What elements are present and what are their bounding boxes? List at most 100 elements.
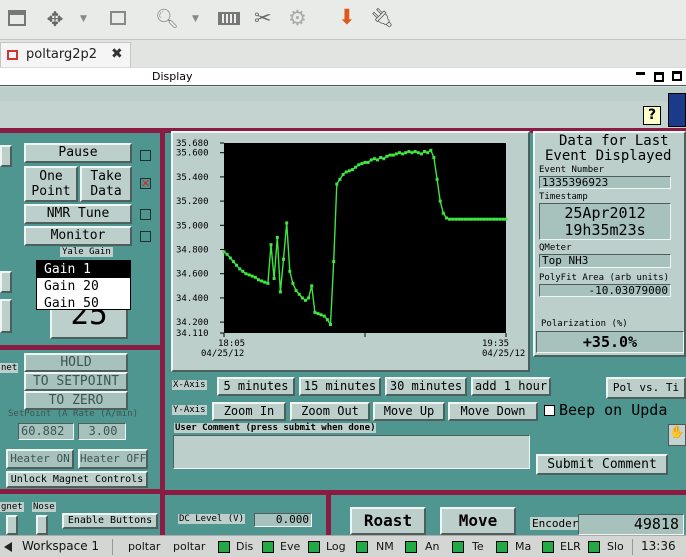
move-down-button[interactable]: Move Down xyxy=(448,402,538,421)
x-15-minutes-button[interactable]: 15 minutes xyxy=(299,377,381,396)
pol-vs-time-dropdown[interactable]: Pol vs. Ti xyxy=(606,377,686,399)
task-sep xyxy=(112,539,113,555)
nmr-tune-button[interactable]: NMR Tune xyxy=(24,204,132,224)
unlock-magnet-button[interactable]: Unlock Magnet Controls xyxy=(6,471,148,488)
left-edge-button[interactable] xyxy=(0,145,12,167)
data-point xyxy=(394,152,398,156)
data-point xyxy=(441,211,445,215)
nmr-tune-checkbox[interactable] xyxy=(140,209,151,220)
one-point-button[interactable]: One Point xyxy=(24,166,78,202)
hold-button[interactable]: HOLD xyxy=(24,353,128,372)
data-point xyxy=(247,273,251,277)
roast-button[interactable]: Roast xyxy=(350,507,426,535)
beep-checkbox[interactable] xyxy=(544,405,555,416)
data-point xyxy=(416,151,420,155)
comment-input[interactable] xyxy=(173,435,530,469)
task-item[interactable]: NM xyxy=(376,536,394,557)
left-arrow-icon[interactable] xyxy=(4,542,12,552)
to-zero-button[interactable]: TO ZERO xyxy=(24,391,128,410)
plug-icon[interactable]: 🔌︎ xyxy=(370,6,394,29)
minimize-icon[interactable] xyxy=(636,71,645,75)
pause-button[interactable]: Pause xyxy=(24,143,132,163)
task-item[interactable]: poltar xyxy=(128,536,160,557)
timestamp-field: 25Apr2012 19h35m23s xyxy=(539,203,671,240)
task-item[interactable]: Ma xyxy=(515,536,531,557)
keyboard-icon[interactable] xyxy=(218,12,240,25)
zoom-in-button[interactable]: Zoom In xyxy=(212,402,286,421)
move-up-button[interactable]: Move Up xyxy=(373,402,445,421)
data-point xyxy=(241,269,245,273)
data-point xyxy=(244,272,248,276)
download-icon[interactable]: ⬇ xyxy=(338,5,356,29)
task-item[interactable]: Te xyxy=(472,536,484,557)
data-point xyxy=(351,168,354,172)
enable-buttons-button[interactable]: Enable Buttons xyxy=(62,513,158,529)
data-point xyxy=(376,158,379,162)
pause-checkbox[interactable] xyxy=(140,150,151,161)
move-icon[interactable]: ✥ xyxy=(44,8,66,30)
chevron-down-icon[interactable]: ▼ xyxy=(192,14,199,24)
window-icon[interactable] xyxy=(8,10,26,26)
chevron-down-icon[interactable]: ▼ xyxy=(80,14,87,24)
gain-option-selected[interactable]: Gain 1 xyxy=(37,261,130,278)
data-point xyxy=(476,217,480,221)
task-item[interactable]: ELR xyxy=(560,536,581,557)
data-point xyxy=(235,263,238,267)
task-item[interactable]: Eve xyxy=(280,536,300,557)
task-item[interactable]: Log xyxy=(326,536,346,557)
left-edge-button[interactable] xyxy=(0,271,12,293)
help-icon[interactable]: ? xyxy=(643,106,661,125)
task-item[interactable]: poltar xyxy=(173,536,205,557)
rate-field[interactable]: 3.00 xyxy=(78,423,126,440)
heater-on-button[interactable]: Heater ON xyxy=(6,449,74,469)
x-axis-label: X-Axis xyxy=(172,380,207,390)
task-item[interactable]: Slo xyxy=(607,536,624,557)
zoom-out-button[interactable]: Zoom Out xyxy=(290,402,370,421)
data-point xyxy=(501,217,505,221)
data-point xyxy=(253,275,257,279)
task-item[interactable]: Dis xyxy=(236,536,253,557)
qmeter-label: QMeter xyxy=(539,243,572,253)
y-tick-label: 34.400 xyxy=(176,294,209,304)
close-icon[interactable]: ✖ xyxy=(111,46,123,62)
gear-icon[interactable]: ⚙ xyxy=(288,6,307,30)
divider xyxy=(0,489,165,494)
heater-off-button[interactable]: Heater OFF xyxy=(78,449,148,469)
info-title: Event Displayed xyxy=(545,148,672,164)
tools-icon[interactable]: ✂ xyxy=(254,6,272,30)
app-icon xyxy=(262,541,274,553)
to-setpoint-button[interactable]: TO SETPOINT xyxy=(24,372,128,391)
gain-option[interactable]: Gain 20 xyxy=(37,278,130,295)
x-30-minutes-button[interactable]: 30 minutes xyxy=(385,377,467,396)
header-strip xyxy=(0,87,686,101)
pr-icon[interactable] xyxy=(668,93,686,127)
submit-comment-button[interactable]: Submit Comment xyxy=(536,454,668,475)
data-point xyxy=(291,281,295,285)
data-point xyxy=(275,235,279,239)
x-add-hour-button[interactable]: add 1 hour xyxy=(471,377,551,396)
tab-poltarg2p2[interactable]: poltarg2p2 ✖ xyxy=(0,42,131,67)
gain-dropdown[interactable]: Gain 1 Gain 20 Gain 50 xyxy=(36,260,131,310)
y-tick-label: 35.200 xyxy=(176,197,209,207)
gain-option[interactable]: Gain 50 xyxy=(37,295,130,309)
monitor-checkbox[interactable] xyxy=(140,231,151,242)
take-data-checkbox[interactable]: ✕ xyxy=(140,178,151,189)
monitor-button[interactable]: Monitor xyxy=(24,226,132,246)
windows-icon[interactable] xyxy=(110,11,126,25)
move-button[interactable]: Move xyxy=(440,507,516,535)
close-icon[interactable] xyxy=(672,71,682,81)
data-point xyxy=(332,260,336,264)
workspace-switcher[interactable]: Workspace 1 xyxy=(22,536,99,557)
magnet-toggle[interactable] xyxy=(6,515,18,535)
zoom-icon[interactable]: 🔍︎ xyxy=(155,7,179,30)
take-data-button[interactable]: Take Data xyxy=(80,166,132,202)
maximize-icon[interactable] xyxy=(654,72,664,82)
x-5-minutes-button[interactable]: 5 minutes xyxy=(217,377,295,396)
task-item[interactable]: An xyxy=(425,536,440,557)
data-point xyxy=(470,217,473,221)
nose-toggle[interactable] xyxy=(36,515,48,535)
left-edge-button[interactable] xyxy=(0,299,12,333)
scroll-handle[interactable]: ✋ xyxy=(668,424,686,446)
setpoint-field[interactable]: 60.882 xyxy=(18,423,74,440)
data-point xyxy=(457,217,461,221)
